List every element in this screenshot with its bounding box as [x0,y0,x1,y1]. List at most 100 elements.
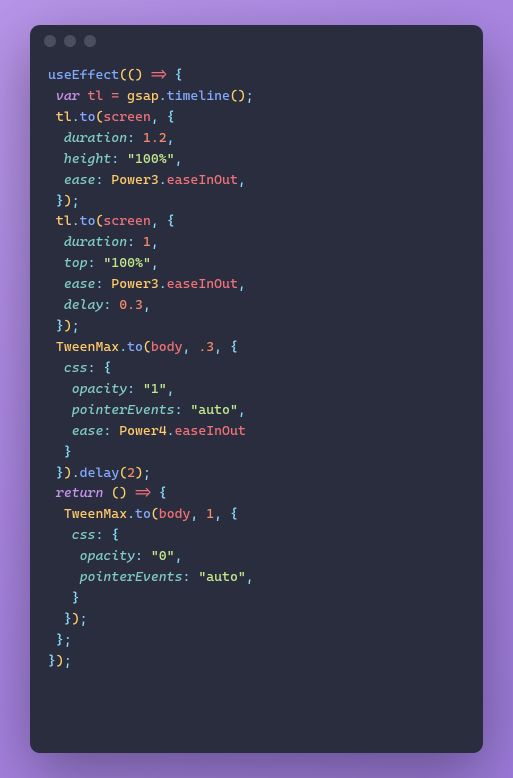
code-line: tl.to(screen, { [48,107,465,128]
code-token: tl [48,213,72,229]
code-token: duration [48,130,127,146]
code-token: . [159,276,167,292]
code-token: opacity [48,381,127,397]
code-line: ease: Power3.easeInOut, [48,170,465,191]
code-token: . [159,172,167,188]
code-token: : [111,151,127,167]
code-token: tl [88,88,104,104]
window-titlebar [30,25,483,57]
code-token: Power3 [111,276,158,292]
code-token: , [143,297,151,313]
code-token: : [103,423,119,439]
code-token: : [127,381,143,397]
code-token: css [48,527,95,543]
code-token: : [88,255,104,271]
code-token: . [72,465,80,481]
code-token: } [48,193,64,209]
code-token: easeInOut [175,423,246,439]
code-token: : { [95,527,119,543]
code-token: height [48,151,111,167]
code-token: => [143,67,175,83]
code-line: useEffect(() => { [48,65,465,86]
code-token: } [48,465,64,481]
code-token: , [183,339,199,355]
code-token: . [159,88,167,104]
code-token: useEffect [48,67,119,83]
code-token: 1 [143,234,151,250]
code-token: ) [64,465,72,481]
code-line: pointerEvents: "auto", [48,400,465,421]
code-token: } [48,653,56,669]
code-token: } [48,611,72,627]
code-token: easeInOut [167,276,238,292]
code-line: css: { [48,358,465,379]
code-token: , { [214,506,238,522]
code-line: var tl = gsap.timeline(); [48,86,465,107]
code-token: ) [56,653,64,669]
code-token: ; [80,611,88,627]
code-token: : [175,402,191,418]
code-token: to [127,339,143,355]
code-token: . [167,423,175,439]
code-token: () [230,88,246,104]
code-token: => [127,485,159,501]
code-token: (() [119,67,143,83]
code-line: } [48,442,465,463]
code-token: 0.3 [119,297,143,313]
code-token: , [167,130,175,146]
code-token: to [135,506,151,522]
code-token: , [175,151,183,167]
code-token: } [48,444,72,460]
code-token: timeline [167,88,230,104]
code-token: body [159,506,191,522]
code-token: ; [72,193,80,209]
code-token: easeInOut [167,172,238,188]
code-token: to [80,109,96,125]
code-window: useEffect(() => { var tl = gsap.timeline… [30,25,483,753]
code-token: ease [48,172,95,188]
code-token: : [127,234,143,250]
code-token: , [151,255,159,271]
code-token: , { [151,109,175,125]
code-line: tl.to(screen, { [48,211,465,232]
code-line: css: { [48,525,465,546]
code-token: body [151,339,183,355]
code-token: : [95,276,111,292]
code-token: , [238,172,246,188]
code-token: : [103,297,119,313]
code-token: "auto" [190,402,237,418]
traffic-light-zoom-icon [84,35,96,47]
code-token: delay [80,465,120,481]
code-token: , [175,548,183,564]
code-token: , [190,506,206,522]
code-token: Power3 [111,172,158,188]
code-token: , { [151,213,175,229]
code-line: }; [48,630,465,651]
code-token: 1.2 [143,130,167,146]
code-token: ( [119,465,127,481]
code-token: ( [143,339,151,355]
code-token: .3 [198,339,214,355]
code-line: }); [48,316,465,337]
code-token: pointerEvents [48,402,175,418]
code-token: TweenMax [48,506,127,522]
code-token: to [80,213,96,229]
code-token: ) [64,193,72,209]
code-token: , [167,381,175,397]
code-token: : [95,172,111,188]
code-token: ease [48,423,103,439]
code-token: ) [72,611,80,627]
code-token: = [103,88,127,104]
code-token: ( [151,506,159,522]
code-token: "1" [143,381,167,397]
code-line: duration: 1.2, [48,128,465,149]
code-token: { [159,485,167,501]
code-token: , { [214,339,238,355]
code-line: }); [48,191,465,212]
code-token: . [72,109,80,125]
code-token: , [238,276,246,292]
code-token: : [127,130,143,146]
code-token: : [135,548,151,564]
code-token: "0" [151,548,175,564]
code-token: top [48,255,88,271]
